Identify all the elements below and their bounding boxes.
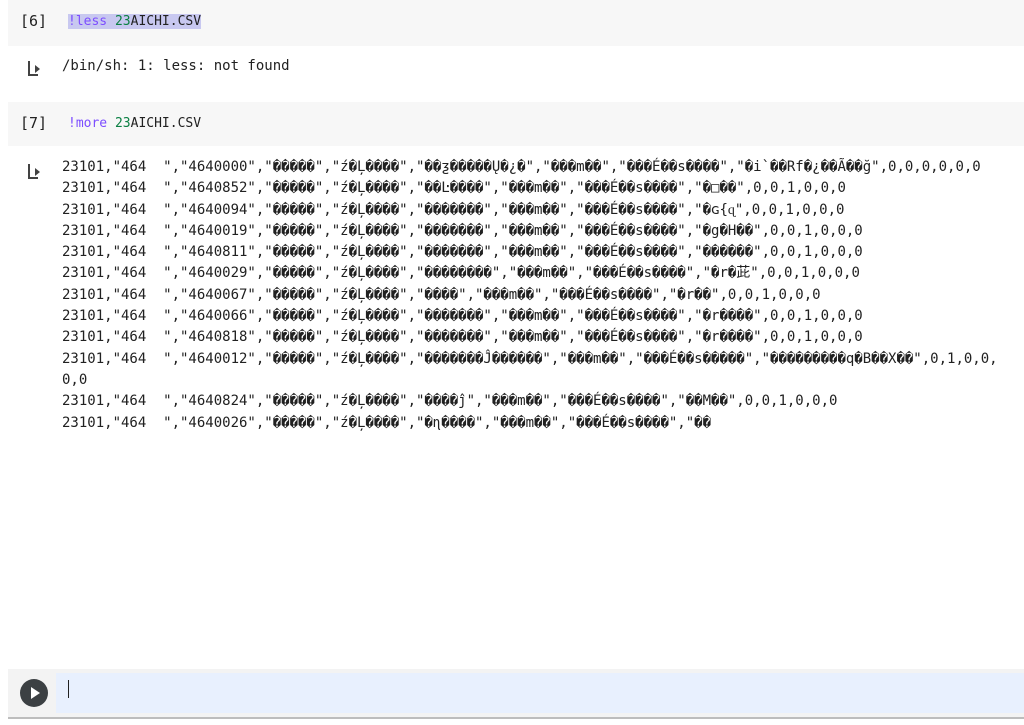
cell-output-csv: 23101,"464 ","4640000","�����","ź�Ļ����"… <box>62 157 1002 434</box>
cell-output-text: /bin/sh: 1: less: not found <box>62 58 290 74</box>
play-icon <box>31 687 40 699</box>
output-arrow-icon[interactable] <box>26 59 46 77</box>
csv-row: 23101,"464 ","4640094","�����","ź�Ļ����"… <box>62 201 845 218</box>
cell-code[interactable]: !more 23AICHI.CSV <box>68 116 201 131</box>
csv-row: 23101,"464 ","4640067","�����","ź�Ļ����"… <box>62 286 821 303</box>
csv-row: 23101,"464 ","4640012","�����","ź�Ļ����"… <box>62 350 998 388</box>
new-code-cell[interactable] <box>8 669 1024 719</box>
code-cell-7[interactable]: [7] !more 23AICHI.CSV <box>8 102 1024 146</box>
text-cursor <box>68 680 69 698</box>
code-number: 23 <box>114 116 131 131</box>
code-number: 23 <box>114 14 131 29</box>
csv-row: 23101,"464 ","4640811","�����","ź�Ļ����"… <box>62 244 863 261</box>
csv-row: 23101,"464 ","4640852","�����","ź�Ļ����"… <box>62 180 846 197</box>
csv-row: 23101,"464 ","4640066","�����","ź�Ļ����"… <box>62 308 863 325</box>
csv-row: 23101,"464 ","4640824","�����","ź�Ļ����"… <box>62 393 838 410</box>
code-filename: AICHI.CSV <box>130 116 202 131</box>
csv-row: 23101,"464 ","4640026","�����","ź�Ļ����"… <box>62 414 712 431</box>
csv-row: 23101,"464 ","4640019","�����","ź�Ļ����"… <box>62 222 863 239</box>
run-cell-button[interactable] <box>20 679 48 707</box>
cell-execution-count: [6] <box>20 12 48 30</box>
code-command: !less <box>68 14 115 29</box>
code-editor-input[interactable] <box>56 673 1024 713</box>
csv-row: 23101,"464 ","4640029","�����","ź�Ļ����"… <box>62 265 860 282</box>
code-filename: AICHI.CSV <box>130 14 202 29</box>
cell-execution-count: [7] <box>20 114 48 132</box>
csv-row: 23101,"464 ","4640000","�����","ź�Ļ����"… <box>62 159 981 175</box>
csv-row: 23101,"464 ","4640818","�����","ź�Ļ����"… <box>62 329 863 346</box>
cell-code[interactable]: !less 23AICHI.CSV <box>68 14 202 29</box>
code-cell-6[interactable]: [6] !less 23AICHI.CSV <box>8 0 1024 46</box>
output-arrow-icon[interactable] <box>26 162 46 180</box>
code-command: !more <box>68 116 115 131</box>
